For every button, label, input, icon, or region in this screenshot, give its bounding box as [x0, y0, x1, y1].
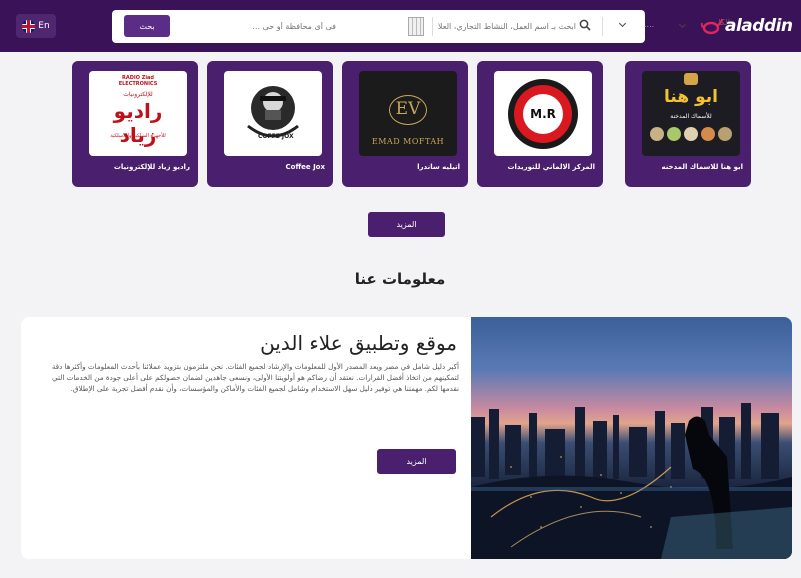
logo-text: M.R — [523, 93, 563, 134]
location-input[interactable] — [178, 16, 336, 36]
divider — [432, 17, 433, 36]
logo-sub-text: للأسماك المدخنة — [670, 113, 712, 120]
mascot-icon — [684, 73, 698, 85]
business-name: Coffee Jox — [285, 163, 325, 171]
business-name: اتيليه ساندرا — [417, 163, 460, 171]
building-icon — [408, 17, 424, 36]
business-card[interactable]: EV EMAD MOFTAH اتيليه ساندرا — [342, 61, 468, 187]
business-card[interactable]: M.R المركز الالماني للتوريدات — [477, 61, 603, 187]
city-skyline-image — [471, 317, 792, 559]
about-card: موقع وتطبيق علاء الدين أكبر دليل شامل في… — [21, 317, 792, 559]
chevron-down-icon — [678, 20, 687, 29]
search-icon — [579, 19, 591, 31]
business-logo: M.R — [494, 71, 592, 156]
top-header: En بحث .... الكل aladdin — [0, 0, 801, 52]
about-heading: موقع وتطبيق علاء الدين — [260, 331, 457, 355]
business-logo: COFFE JOX — [224, 71, 322, 156]
keyword-search-input[interactable] — [438, 16, 576, 36]
language-label: En — [38, 21, 50, 31]
logo-top-text: RADIO Ziad ELECTRONICS — [118, 75, 158, 87]
business-name: راديو زياد للإلكترونيات — [113, 163, 190, 171]
business-name: المركز الالماني للتوريدات — [507, 163, 595, 171]
uk-flag-icon — [22, 19, 36, 33]
aladdin-logo[interactable]: aladdin — [701, 14, 793, 38]
business-card[interactable]: ابو هنا للأسماك المدخنة ابو هنا للاسماك … — [625, 61, 751, 187]
logo-sub-text: EMAD MOFTAH — [371, 137, 445, 146]
logo-sub-text: للأجهزة السلكية واللاسلكية — [110, 133, 166, 139]
logo-text: aladdin — [725, 16, 793, 36]
business-logo: RADIO Ziad ELECTRONICS للإلكترونيات رادي… — [89, 71, 187, 156]
logo-ar-top: للإلكترونيات — [123, 91, 153, 98]
lamp-icon — [701, 18, 723, 35]
logo-text: COFFE JOX — [258, 133, 294, 140]
business-logo: ابو هنا للأسماك المدخنة — [642, 71, 740, 156]
subcategory-value: .... — [644, 20, 655, 29]
language-switcher[interactable]: En — [16, 14, 56, 38]
logo-main-text: ابو هنا — [664, 87, 718, 107]
about-description: أكبر دليل شامل في مصر ويعد المصدر الأول … — [51, 362, 459, 394]
search-bar: بحث .... الكل — [112, 10, 730, 43]
business-card[interactable]: COFFE JOX Coffee Jox — [207, 61, 333, 187]
skyline-illustration — [471, 403, 792, 559]
logo-monogram: EV — [395, 99, 421, 119]
divider — [602, 17, 603, 36]
chevron-down-icon — [618, 19, 627, 28]
about-section-title: معلومات عنا — [354, 270, 446, 288]
more-businesses-button[interactable]: المزيد — [368, 212, 445, 237]
business-card[interactable]: RADIO Ziad ELECTRONICS للإلكترونيات رادي… — [72, 61, 198, 187]
business-name: ابو هنا للاسماك المدخنه — [661, 163, 743, 171]
search-button[interactable]: بحث — [124, 15, 170, 37]
logo-main-text: راديو زياد — [113, 99, 163, 147]
business-logo: EV EMAD MOFTAH — [359, 71, 457, 156]
about-more-button[interactable]: المزيد — [377, 449, 456, 474]
food-photos — [646, 127, 736, 151]
